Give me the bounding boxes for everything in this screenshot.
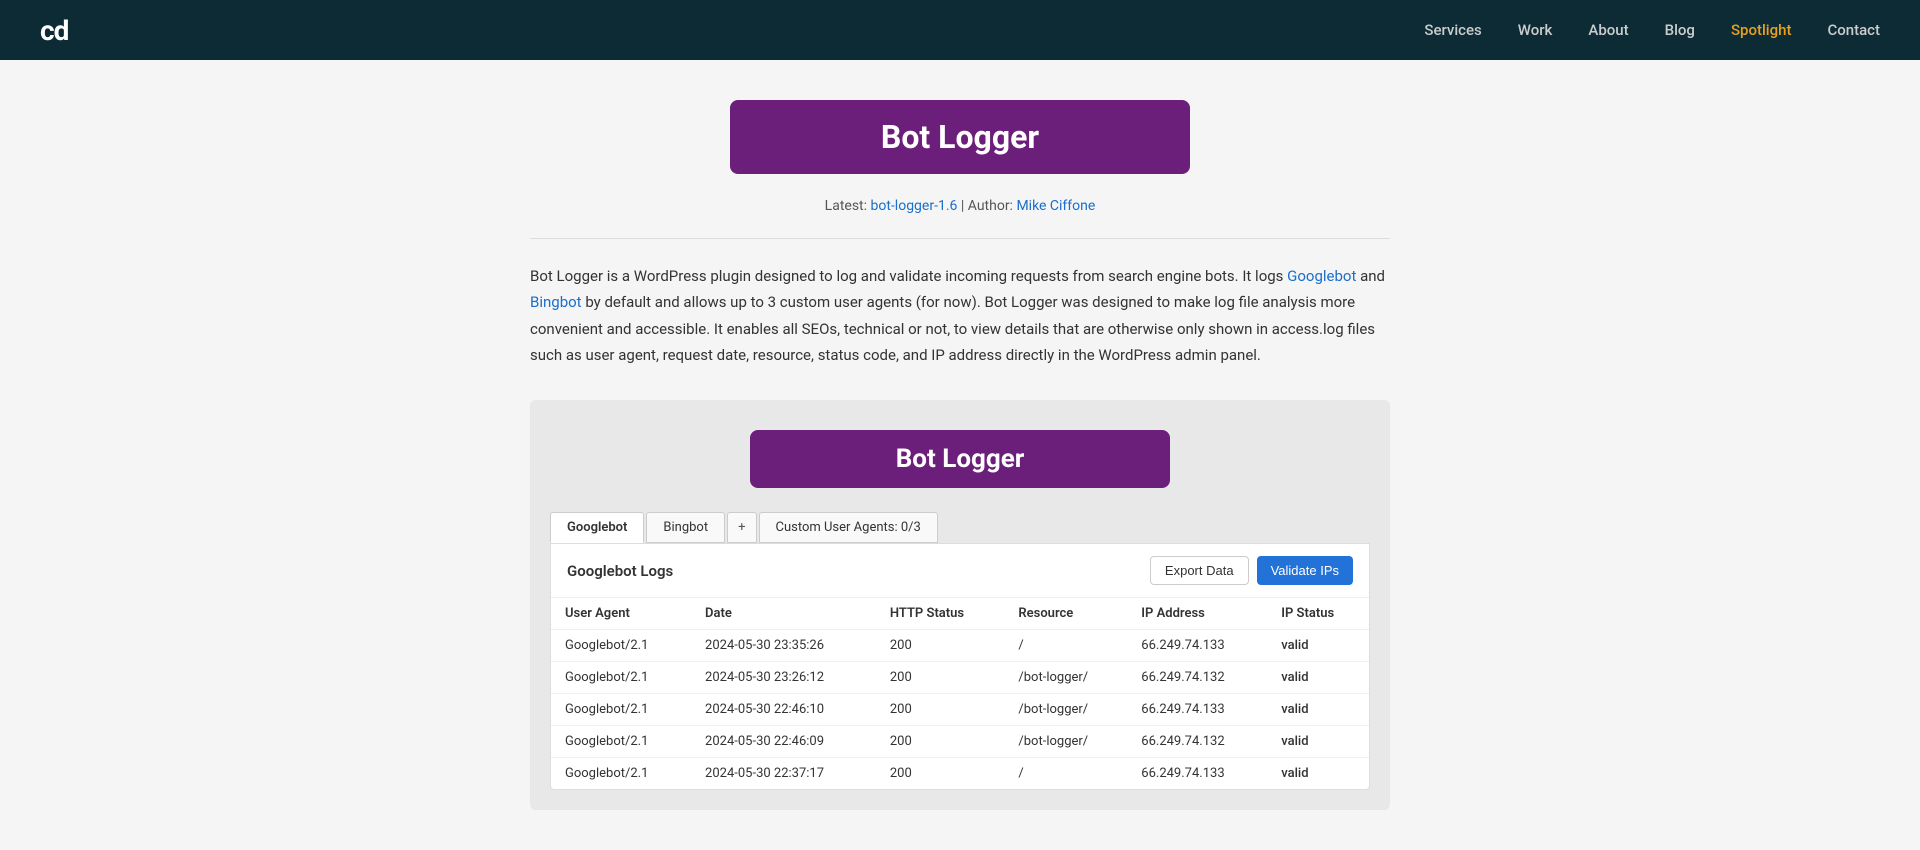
table-cell: /bot-logger/ <box>1004 662 1127 694</box>
col-header-date: Date <box>691 598 876 630</box>
table-row: Googlebot/2.12024-05-30 23:26:12200/bot-… <box>551 662 1369 694</box>
table-cell: 2024-05-30 22:46:09 <box>691 726 876 758</box>
tab-bingbot[interactable]: Bingbot <box>646 512 725 543</box>
meta-line: Latest: bot-logger-1.6 | Author: Mike Ci… <box>530 198 1390 214</box>
tab-add[interactable]: + <box>727 512 756 543</box>
nav-link-work[interactable]: Work <box>1518 21 1553 39</box>
col-header-ip-status: IP Status <box>1267 598 1369 630</box>
main-nav: Services Work About Blog Spotlight Contact <box>1424 21 1880 39</box>
log-panel: Googlebot Logs Export Data Validate IPs … <box>550 543 1370 790</box>
col-header-resource: Resource <box>1004 598 1127 630</box>
logo: cd <box>40 14 68 47</box>
table-cell: 2024-05-30 23:35:26 <box>691 630 876 662</box>
export-data-button[interactable]: Export Data <box>1150 556 1249 585</box>
table-cell: 2024-05-30 22:37:17 <box>691 758 876 790</box>
col-header-user-agent: User Agent <box>551 598 691 630</box>
table-cell: 200 <box>876 694 1005 726</box>
bingbot-link[interactable]: Bingbot <box>530 293 582 311</box>
tab-custom-agents[interactable]: Custom User Agents: 0/3 <box>759 512 938 543</box>
nav-link-services[interactable]: Services <box>1424 21 1481 39</box>
table-cell: 200 <box>876 630 1005 662</box>
table-cell: 200 <box>876 662 1005 694</box>
table-cell: 2024-05-30 22:46:10 <box>691 694 876 726</box>
log-actions: Export Data Validate IPs <box>1150 556 1353 585</box>
table-cell: 200 <box>876 758 1005 790</box>
col-header-http-status: HTTP Status <box>876 598 1005 630</box>
table-cell: /bot-logger/ <box>1004 694 1127 726</box>
tab-googlebot[interactable]: Googlebot <box>550 512 644 543</box>
nav-link-contact[interactable]: Contact <box>1827 21 1880 39</box>
table-cell: 66.249.74.132 <box>1127 726 1267 758</box>
table-row: Googlebot/2.12024-05-30 22:46:09200/bot-… <box>551 726 1369 758</box>
main-content: Bot Logger Latest: bot-logger-1.6 | Auth… <box>510 60 1410 850</box>
table-cell: 200 <box>876 726 1005 758</box>
table-cell: / <box>1004 630 1127 662</box>
table-row: Googlebot/2.12024-05-30 23:35:26200/66.2… <box>551 630 1369 662</box>
nav-link-spotlight[interactable]: Spotlight <box>1731 21 1792 39</box>
tabs-bar: Googlebot Bingbot + Custom User Agents: … <box>550 512 1370 543</box>
table-cell: Googlebot/2.1 <box>551 758 691 790</box>
table-cell: Googlebot/2.1 <box>551 694 691 726</box>
col-header-ip-address: IP Address <box>1127 598 1267 630</box>
table-cell: /bot-logger/ <box>1004 726 1127 758</box>
table-cell: Googlebot/2.1 <box>551 662 691 694</box>
nav-link-blog[interactable]: Blog <box>1665 21 1695 39</box>
log-title: Googlebot Logs <box>567 562 673 580</box>
hero-badge: Bot Logger <box>730 100 1190 174</box>
table-row: Googlebot/2.12024-05-30 22:46:10200/bot-… <box>551 694 1369 726</box>
ip-status-cell: valid <box>1267 758 1369 790</box>
googlebot-link[interactable]: Googlebot <box>1287 267 1356 285</box>
table-header-row: User AgentDateHTTP StatusResourceIP Addr… <box>551 598 1369 630</box>
latest-link[interactable]: bot-logger-1.6 <box>871 198 958 214</box>
preview-badge: Bot Logger <box>750 430 1170 488</box>
table-cell: 66.249.74.133 <box>1127 630 1267 662</box>
ip-status-cell: valid <box>1267 726 1369 758</box>
log-table: User AgentDateHTTP StatusResourceIP Addr… <box>551 598 1369 789</box>
preview-box: Bot Logger Googlebot Bingbot + Custom Us… <box>530 400 1390 810</box>
description: Bot Logger is a WordPress plugin designe… <box>530 263 1390 368</box>
table-body: Googlebot/2.12024-05-30 23:35:26200/66.2… <box>551 630 1369 790</box>
validate-ips-button[interactable]: Validate IPs <box>1257 556 1353 585</box>
table-cell: 66.249.74.133 <box>1127 758 1267 790</box>
header: cd Services Work About Blog Spotlight Contact <box>0 0 1920 60</box>
nav-link-about[interactable]: About <box>1588 21 1628 39</box>
divider <box>530 238 1390 239</box>
table-head: User AgentDateHTTP StatusResourceIP Addr… <box>551 598 1369 630</box>
table-row: Googlebot/2.12024-05-30 22:37:17200/66.2… <box>551 758 1369 790</box>
ip-status-cell: valid <box>1267 662 1369 694</box>
table-cell: 66.249.74.132 <box>1127 662 1267 694</box>
table-cell: 2024-05-30 23:26:12 <box>691 662 876 694</box>
table-cell: Googlebot/2.1 <box>551 726 691 758</box>
ip-status-cell: valid <box>1267 694 1369 726</box>
table-cell: Googlebot/2.1 <box>551 630 691 662</box>
ip-status-cell: valid <box>1267 630 1369 662</box>
table-cell: 66.249.74.133 <box>1127 694 1267 726</box>
log-header: Googlebot Logs Export Data Validate IPs <box>551 544 1369 598</box>
author-link[interactable]: Mike Ciffone <box>1016 198 1095 214</box>
table-cell: / <box>1004 758 1127 790</box>
